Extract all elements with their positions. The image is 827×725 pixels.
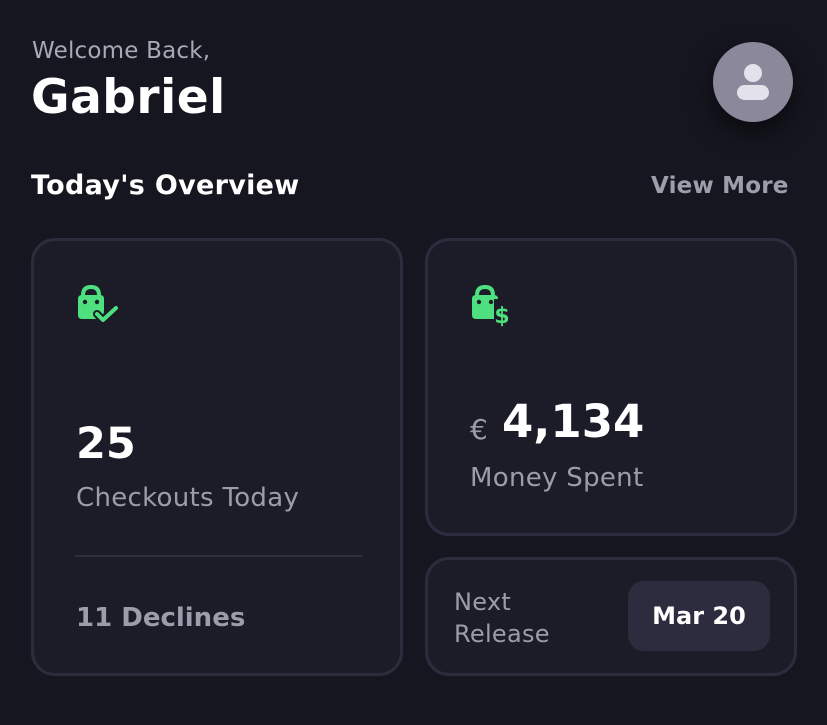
- divider: [75, 555, 362, 557]
- currency-symbol: €: [470, 413, 488, 446]
- money-spent-card[interactable]: $ € 4,134 Money Spent: [425, 238, 797, 536]
- release-label-line2: Release: [454, 620, 550, 648]
- view-more-link[interactable]: View More: [651, 173, 789, 199]
- username-heading: Gabriel: [31, 70, 226, 125]
- user-icon: [744, 64, 762, 82]
- release-date-badge[interactable]: Mar 20: [628, 581, 770, 651]
- checkouts-card[interactable]: 25 Checkouts Today 11 Declines: [31, 238, 403, 676]
- shopping-bag-check-icon: [78, 284, 120, 324]
- declines-count: 11 Declines: [76, 603, 246, 633]
- shopping-bag-dollar-icon: $: [472, 284, 510, 329]
- svg-text:$: $: [494, 304, 509, 329]
- user-icon-body: [737, 85, 769, 100]
- money-amount: 4,134: [502, 395, 645, 448]
- avatar[interactable]: [713, 42, 793, 122]
- section-title: Today's Overview: [31, 170, 300, 201]
- money-label: Money Spent: [470, 463, 644, 493]
- release-label-line1: Next: [454, 588, 512, 616]
- checkouts-count: 25: [76, 419, 136, 469]
- greeting-text: Welcome Back,: [32, 38, 211, 64]
- next-release-card: Next Release Mar 20: [425, 557, 797, 676]
- checkouts-label: Checkouts Today: [76, 483, 300, 513]
